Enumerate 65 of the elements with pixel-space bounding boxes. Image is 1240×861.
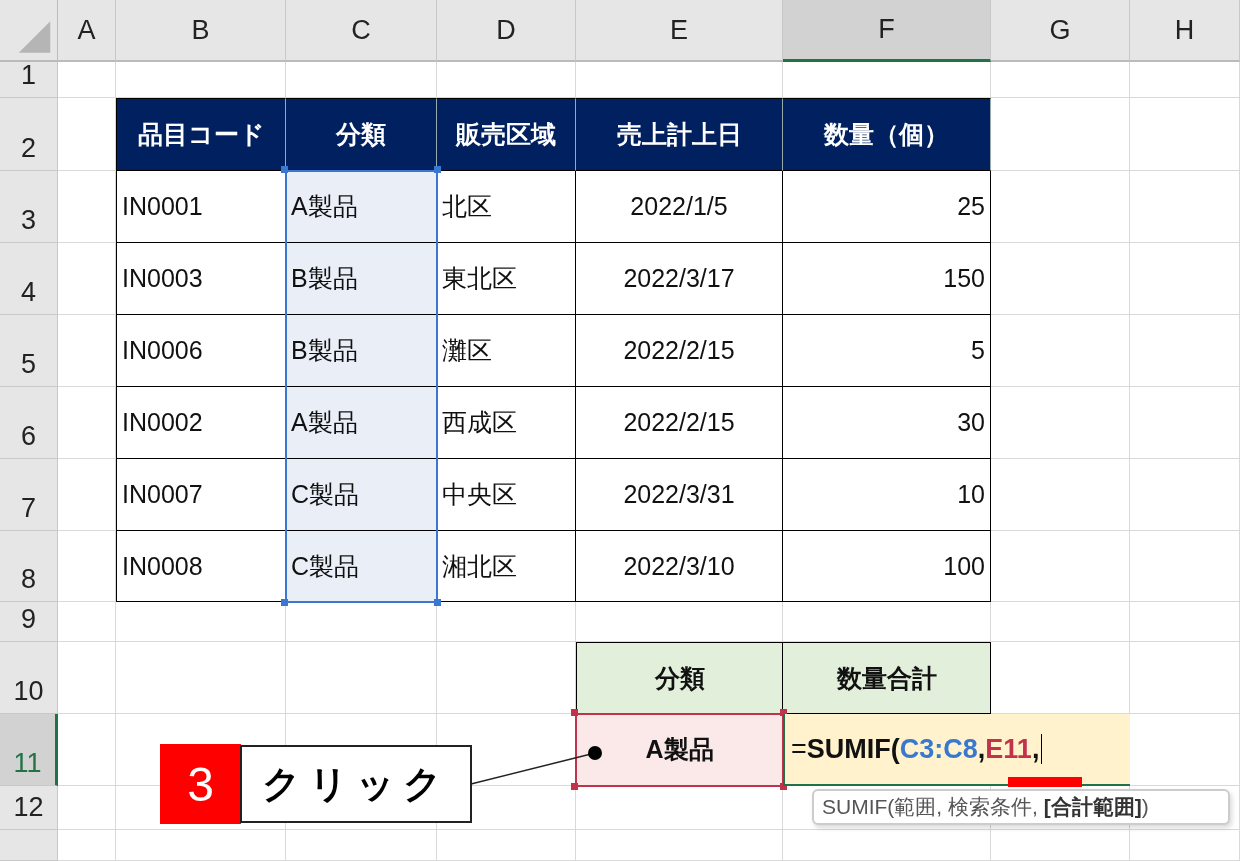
table-cell: C製品 <box>286 459 437 531</box>
formula-edit-field[interactable]: =SUMIF(C3:C8,E11, <box>783 714 1130 786</box>
row-header[interactable] <box>0 830 58 861</box>
header-cell: 数量合計 <box>783 642 991 714</box>
row-header[interactable]: 1 <box>0 62 58 98</box>
table-cell: 25 <box>783 171 991 243</box>
column-header[interactable]: A <box>58 0 116 62</box>
table-cell: 2022/3/17 <box>576 243 783 315</box>
cell-reference: C3:C8 <box>899 733 978 765</box>
row-header[interactable]: 7 <box>0 459 58 531</box>
table-cell: IN0002 <box>116 387 286 459</box>
table-cell: A製品 <box>286 171 437 243</box>
header-cell: 分類 <box>576 642 783 714</box>
table-cell: 2022/2/15 <box>576 387 783 459</box>
column-header[interactable]: G <box>991 0 1130 62</box>
table-cell: 2022/2/15 <box>576 315 783 387</box>
function-tooltip: SUMIF(範囲, 検索条件, [合計範囲]) <box>812 789 1230 825</box>
row-header[interactable]: 8 <box>0 531 58 602</box>
table-cell: 2022/3/31 <box>576 459 783 531</box>
table-cell: IN0003 <box>116 243 286 315</box>
table-cell: 30 <box>783 387 991 459</box>
table-cell: IN0001 <box>116 171 286 243</box>
column-header[interactable]: D <box>437 0 576 62</box>
table-cell: 中央区 <box>437 459 576 531</box>
row-header[interactable]: 12 <box>0 786 58 830</box>
row-header[interactable]: 11 <box>0 714 58 786</box>
table-cell: A製品 <box>286 387 437 459</box>
header-cell: 売上計上日 <box>576 98 783 171</box>
row-header[interactable]: 9 <box>0 602 58 642</box>
row-header[interactable]: 5 <box>0 315 58 387</box>
column-header[interactable]: B <box>116 0 286 62</box>
table-cell: 10 <box>783 459 991 531</box>
table-cell: B製品 <box>286 315 437 387</box>
row-header[interactable]: 3 <box>0 171 58 243</box>
table-cell: 灘区 <box>437 315 576 387</box>
column-header[interactable]: H <box>1130 0 1240 62</box>
step-number-callout: 3 <box>160 744 241 824</box>
select-all-button[interactable] <box>0 0 58 62</box>
table-cell: 2022/3/10 <box>576 531 783 602</box>
column-header[interactable]: E <box>576 0 783 62</box>
table-cell: 2022/1/5 <box>576 171 783 243</box>
table-cell: B製品 <box>286 243 437 315</box>
column-header[interactable]: C <box>286 0 437 62</box>
table-cell: 湘北区 <box>437 531 576 602</box>
table-cell: A製品 <box>576 714 783 786</box>
row-header[interactable]: 2 <box>0 98 58 171</box>
table-cell: 150 <box>783 243 991 315</box>
table-cell: 東北区 <box>437 243 576 315</box>
row-header[interactable]: 6 <box>0 387 58 459</box>
header-cell: 品目コード <box>116 98 286 171</box>
row-header[interactable]: 4 <box>0 243 58 315</box>
table-cell: 西成区 <box>437 387 576 459</box>
row-header[interactable]: 10 <box>0 642 58 714</box>
table-cell: 北区 <box>437 171 576 243</box>
table-cell: 5 <box>783 315 991 387</box>
table-cell: 100 <box>783 531 991 602</box>
header-cell: 分類 <box>286 98 437 171</box>
header-cell: 数量（個） <box>783 98 991 171</box>
cell-reference: E11 <box>985 733 1032 765</box>
column-header[interactable]: F <box>783 0 991 62</box>
table-cell: IN0007 <box>116 459 286 531</box>
table-cell: IN0006 <box>116 315 286 387</box>
click-label-callout: クリック <box>240 745 472 823</box>
table-cell: C製品 <box>286 531 437 602</box>
header-cell: 販売区域 <box>437 98 576 171</box>
